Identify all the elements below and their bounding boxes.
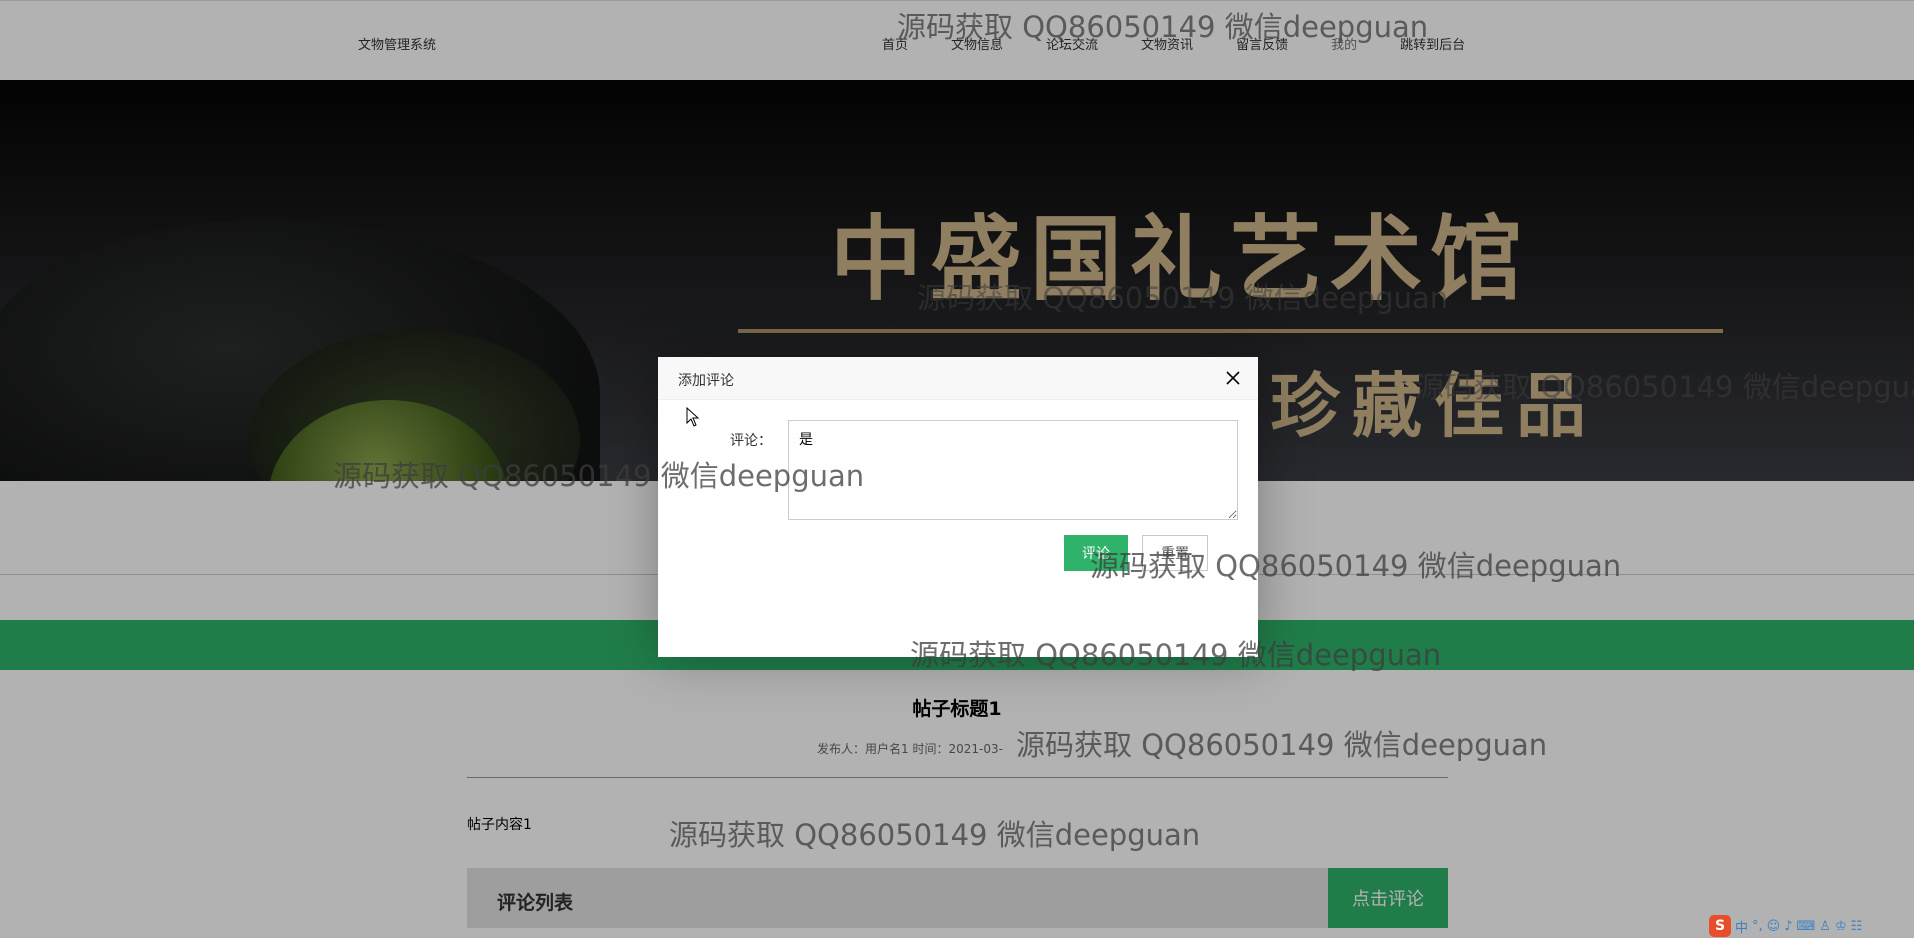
add-comment-dialog: 添加评论 评论： 评论 重置 bbox=[658, 357, 1258, 657]
ime-mic-icon[interactable]: ♪ bbox=[1784, 919, 1792, 934]
dialog-title: 添加评论 bbox=[678, 373, 734, 389]
ime-mode[interactable]: 中 bbox=[1735, 917, 1748, 936]
reset-button[interactable]: 重置 bbox=[1142, 535, 1208, 571]
comment-field-label: 评论： bbox=[730, 433, 772, 449]
ime-user-icon[interactable]: ♙ bbox=[1819, 919, 1831, 934]
mouse-cursor-icon bbox=[686, 407, 700, 427]
ime-menu-icon[interactable]: ☷ bbox=[1851, 919, 1863, 934]
close-icon[interactable] bbox=[1222, 367, 1244, 389]
ime-skin-icon[interactable]: ♔ bbox=[1835, 919, 1847, 934]
ime-punct-icon[interactable]: °, bbox=[1752, 919, 1763, 934]
ime-keyboard-icon[interactable]: ⌨ bbox=[1797, 919, 1816, 934]
sogou-icon[interactable]: S bbox=[1709, 915, 1731, 937]
dialog-header: 添加评论 bbox=[658, 357, 1258, 400]
comment-textarea[interactable] bbox=[788, 420, 1238, 520]
submit-comment-button[interactable]: 评论 bbox=[1064, 535, 1128, 571]
ime-toolbar[interactable]: S 中 °, ☺ ♪ ⌨ ♙ ♔ ☷ bbox=[1709, 914, 1914, 938]
ime-emoji-icon[interactable]: ☺ bbox=[1767, 919, 1781, 934]
